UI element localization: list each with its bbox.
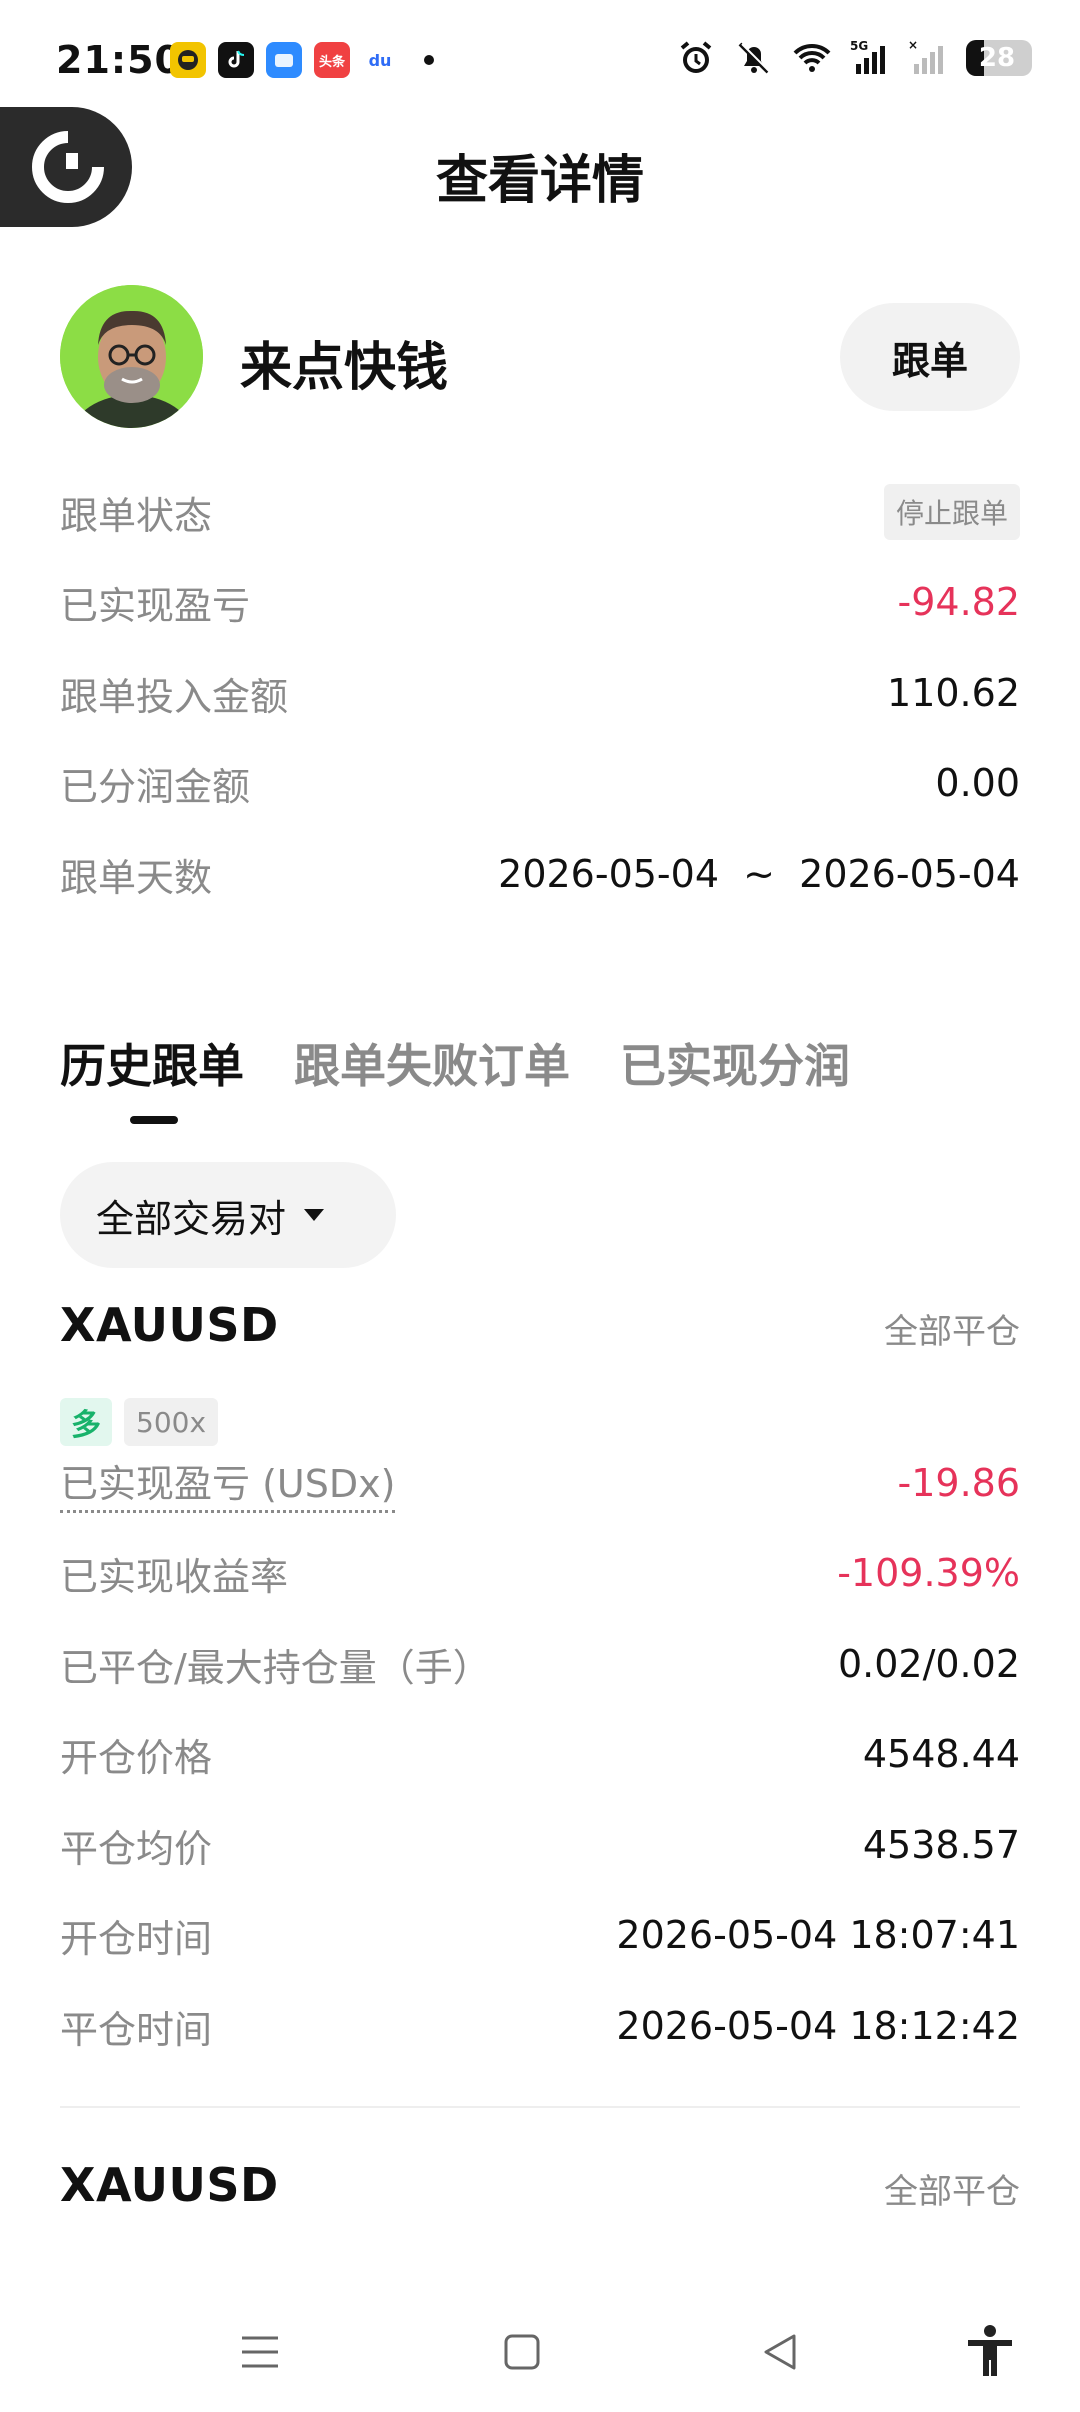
follow-button[interactable]: 跟单: [840, 303, 1020, 411]
order-field-close-price: 平仓均价 4538.57: [60, 1815, 1020, 1875]
summary-label: 跟单状态: [60, 493, 213, 538]
order-field-label: 开仓价格: [60, 1735, 213, 1780]
tab-realized-profit-share[interactable]: 已实现分润: [620, 1030, 850, 1096]
order-badges: 多 500x: [60, 1398, 219, 1446]
silent-bell-icon: [738, 42, 771, 74]
home-nav-button[interactable]: [492, 2322, 552, 2382]
taxi-app-icon: [170, 42, 206, 78]
order-field-realized-pnl: 已实现盈亏 (USDx) -19.86: [60, 1453, 1020, 1513]
page-title: 查看详情: [435, 151, 644, 211]
tab-history[interactable]: 历史跟单: [60, 1030, 244, 1096]
order-divider: [60, 2106, 1020, 2108]
order-field-value: 2026-05-04 18:12:42: [616, 2004, 1020, 2048]
direction-badge: 多: [60, 1398, 112, 1446]
summary-value: 110.62: [887, 671, 1020, 715]
more-notifications-dot: [424, 55, 434, 65]
order-field-label: 已实现收益率: [60, 1554, 289, 1599]
summary-label: 已分润金额: [60, 764, 251, 809]
summary-row-realized-pnl: 已实现盈亏 -94.82: [60, 572, 1020, 632]
trader-name: 来点快钱: [240, 338, 449, 398]
wifi-icon: [793, 43, 831, 72]
files-app-icon: [266, 42, 302, 78]
order-field-value: 4548.44: [862, 1732, 1020, 1776]
home-square-icon: [504, 2334, 540, 2370]
summary-row-invested-amount: 跟单投入金额 110.62: [60, 663, 1020, 723]
alarm-icon: [680, 41, 712, 73]
battery-level: 28: [978, 43, 1016, 73]
tab-bar: 历史跟单 跟单失败订单 已实现分润: [60, 1030, 850, 1096]
order-field-label: 平仓均价: [60, 1826, 213, 1871]
leverage-badge: 500x: [124, 1398, 219, 1446]
back-nav-button[interactable]: [750, 2322, 810, 2382]
order-field-return-rate: 已实现收益率 -109.39%: [60, 1543, 1020, 1603]
status-badge: 停止跟单: [883, 484, 1020, 540]
summary-row-status: 跟单状态 停止跟单: [60, 482, 1020, 542]
order-field-value: 2026-05-04 18:07:41: [616, 1913, 1020, 1957]
order-symbol: XAUUSD: [60, 2158, 279, 2212]
baidu-icon: du: [362, 42, 398, 78]
svg-text:×: ×: [908, 38, 918, 52]
order-field-value: 0.02/0.02: [837, 1642, 1020, 1686]
order-field-label: 已平仓/最大持仓量（手）: [60, 1645, 491, 1690]
menu-nav-button[interactable]: [230, 2322, 290, 2382]
page: 21:50 头条 du 5G × 28 查看详情 来点快钱 跟单 跟单状态 停止…: [0, 0, 1080, 2412]
toutiao-icon: 头条: [314, 42, 350, 78]
order-field-label: 平仓时间: [60, 2007, 213, 2052]
status-icons: 5G × 28: [676, 38, 1032, 78]
pair-filter-dropdown[interactable]: 全部交易对: [60, 1162, 396, 1268]
summary-row-follow-days: 跟单天数 2026-05-04 ~ 2026-05-04: [60, 844, 1020, 904]
notification-app-icons: 头条 du: [170, 42, 434, 78]
accessibility-button[interactable]: [960, 2322, 1020, 2382]
tab-failed-orders[interactable]: 跟单失败订单: [294, 1030, 570, 1096]
summary-value: 0.00: [935, 761, 1020, 805]
signal-weak-icon: ×: [908, 38, 943, 74]
caret-down-icon: [304, 1209, 325, 1221]
avatar-portrait-icon: [60, 285, 203, 428]
filter-label: 全部交易对: [96, 1196, 287, 1241]
order-field-value: 4538.57: [862, 1823, 1020, 1867]
order-status: 全部平仓: [884, 2172, 1020, 2212]
order-field-close-time: 平仓时间 2026-05-04 18:12:42: [60, 1996, 1020, 2056]
order-field-open-time: 开仓时间 2026-05-04 18:07:41: [60, 1905, 1020, 1965]
order-symbol: XAUUSD: [60, 1298, 279, 1352]
avatar[interactable]: [60, 285, 203, 428]
order-field-label: 开仓时间: [60, 1916, 213, 1961]
order-status: 全部平仓: [884, 1312, 1020, 1352]
summary-label: 跟单天数: [60, 855, 213, 900]
summary-label: 已实现盈亏: [60, 583, 251, 628]
status-bar: 21:50 头条 du 5G × 28: [0, 0, 1080, 120]
summary-label: 跟单投入金额: [60, 674, 289, 719]
back-triangle-icon: [764, 2334, 796, 2370]
battery-icon: 28: [966, 40, 1032, 76]
summary-value: -94.82: [897, 580, 1021, 624]
order-field-open-price: 开仓价格 4548.44: [60, 1724, 1020, 1784]
summary-value: 2026-05-04 ~ 2026-05-04: [498, 852, 1020, 896]
active-tab-indicator: [130, 1116, 178, 1124]
signal-5g-icon: 5G: [850, 39, 885, 74]
order-field-volume: 已平仓/最大持仓量（手） 0.02/0.02: [60, 1634, 1020, 1694]
status-time: 21:50: [56, 38, 182, 82]
system-navigation-bar: [0, 2292, 1080, 2412]
order-field-value: -109.39%: [837, 1551, 1020, 1595]
menu-icon: [242, 2336, 278, 2368]
tiktok-icon: [218, 42, 254, 78]
order-field-value: -19.86: [897, 1461, 1021, 1505]
order-field-label[interactable]: 已实现盈亏 (USDx): [60, 1453, 396, 1513]
accessibility-icon: [968, 2325, 1012, 2376]
svg-text:5G: 5G: [850, 39, 868, 53]
summary-row-profit-share: 已分润金额 0.00: [60, 753, 1020, 813]
